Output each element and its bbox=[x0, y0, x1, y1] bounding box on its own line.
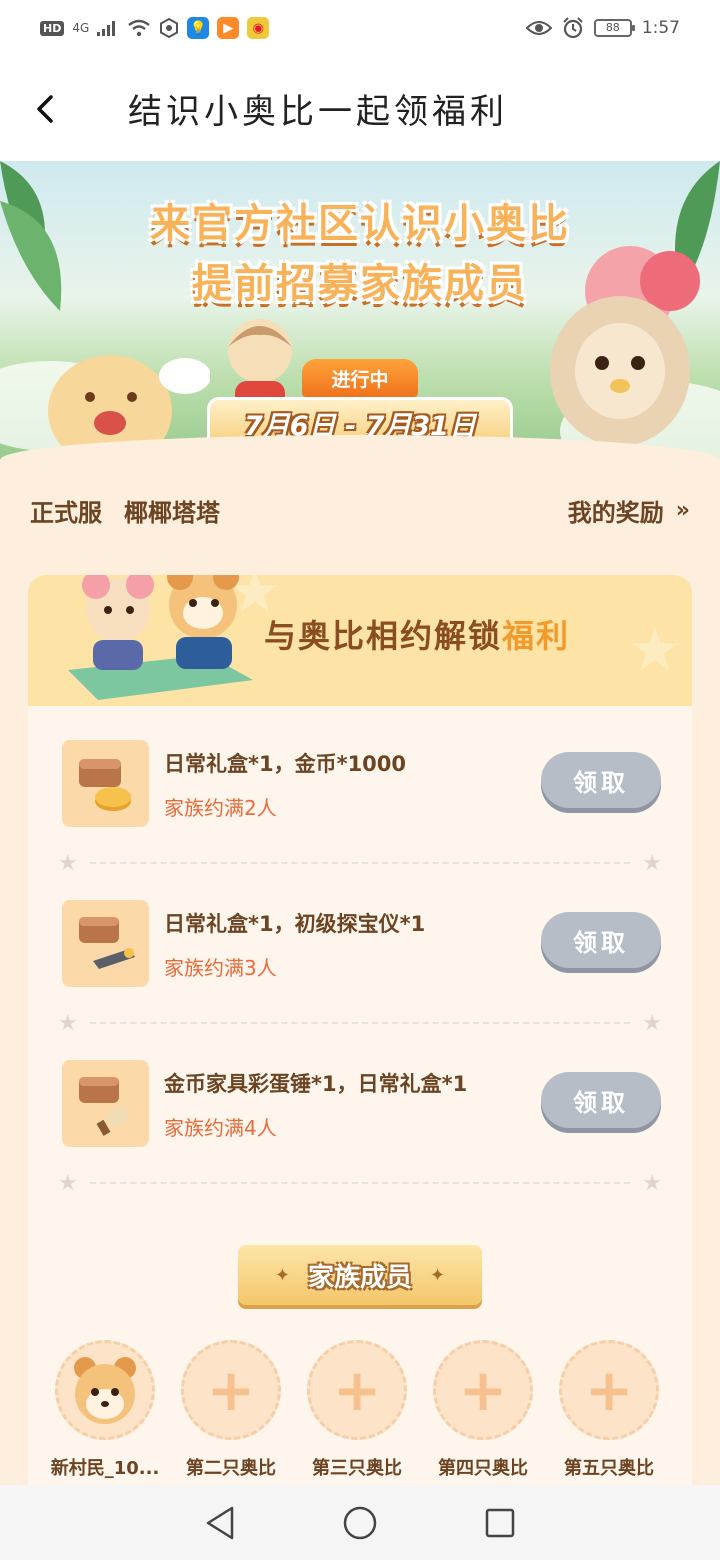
sparkle-icon: ✦ bbox=[274, 1264, 290, 1286]
rewards-card: ★ ★ 与奥比相约解锁福利 日常礼盒*1，金币*1000 家族约满2人 领取 ★… bbox=[28, 575, 692, 1485]
signal-icon bbox=[97, 21, 116, 36]
plus-icon: + bbox=[332, 1356, 382, 1424]
eye-icon bbox=[525, 21, 552, 35]
system-nav-bar bbox=[0, 1485, 720, 1560]
add-member-button[interactable]: + bbox=[181, 1340, 281, 1440]
member-name: 第二只奥比 bbox=[186, 1458, 276, 1479]
reward-condition: 家族约满3人 bbox=[164, 956, 277, 980]
square-recents-icon bbox=[485, 1508, 515, 1537]
star-icon: ★ bbox=[642, 850, 662, 876]
hexagon-app-icon bbox=[160, 18, 179, 38]
event-status-badge: 进行中 bbox=[302, 359, 418, 397]
nav-back-button[interactable] bbox=[200, 1503, 240, 1543]
card-title-text: 与奥比相约解锁 bbox=[264, 617, 503, 655]
star-icon: ★ bbox=[58, 1170, 78, 1196]
star-icon: ★ bbox=[58, 850, 78, 876]
star-icon: ★ bbox=[642, 1010, 662, 1036]
member-name: 新村民_10... bbox=[50, 1458, 160, 1479]
network-indicator: 4G bbox=[72, 21, 90, 35]
claim-button[interactable]: 领取 bbox=[541, 752, 661, 808]
status-bar: HD 4G 💡 ▶ ◉ 88 1:57 bbox=[0, 0, 720, 56]
reward-item: 日常礼盒*1，金币*1000 家族约满2人 领取 bbox=[28, 740, 692, 830]
my-rewards-label: 我的奖励 bbox=[567, 498, 664, 527]
divider: ★ ★ bbox=[58, 850, 662, 876]
add-member-button[interactable]: + bbox=[433, 1340, 533, 1440]
wifi-icon bbox=[128, 19, 151, 37]
banner-headline-2: 提前招募家族成员 bbox=[192, 261, 528, 307]
plus-icon: + bbox=[458, 1356, 508, 1424]
back-arrow-icon bbox=[37, 94, 53, 123]
member-slot[interactable]: 新村民_10... bbox=[42, 1340, 168, 1480]
sparkle-icon: ✦ bbox=[430, 1264, 446, 1286]
rewards-card-title: 与奥比相约解锁福利 bbox=[264, 611, 570, 657]
claim-button[interactable]: 领取 bbox=[541, 912, 661, 968]
member-slot[interactable]: + 第四只奥比 bbox=[420, 1340, 546, 1480]
add-member-button[interactable]: + bbox=[307, 1340, 407, 1440]
reward-thumbnail bbox=[62, 900, 149, 987]
member-name: 第三只奥比 bbox=[312, 1458, 402, 1479]
play-app-icon: ▶ bbox=[217, 17, 240, 39]
divider: ★ ★ bbox=[58, 1010, 662, 1036]
weibo-app-icon: ◉ bbox=[247, 17, 270, 39]
star-icon: ★ bbox=[642, 1170, 662, 1196]
plus-icon: + bbox=[584, 1356, 634, 1424]
plus-icon: + bbox=[206, 1356, 256, 1424]
treasure-chest-detector-icon bbox=[78, 916, 135, 969]
reward-thumbnail bbox=[62, 1060, 149, 1147]
member-slot[interactable]: + 第五只奥比 bbox=[546, 1340, 672, 1480]
server-type-label: 正式服 bbox=[30, 498, 102, 527]
triangle-back-icon bbox=[206, 1506, 234, 1539]
rewards-card-header: ★ ★ 与奥比相约解锁福利 bbox=[28, 575, 692, 706]
member-slot[interactable]: + 第二只奥比 bbox=[168, 1340, 294, 1480]
family-members-heading: ✦ 家族成员 ✦ bbox=[238, 1245, 482, 1305]
member-slot[interactable]: + 第三只奥比 bbox=[294, 1340, 420, 1480]
server-name: 椰椰塔塔 bbox=[124, 498, 220, 527]
member-name: 第四只奥比 bbox=[438, 1458, 528, 1479]
alarm-icon bbox=[563, 17, 583, 39]
circle-home-icon bbox=[343, 1506, 377, 1539]
hd-indicator: HD bbox=[40, 20, 65, 36]
reward-item: 金币家具彩蛋锤*1，日常礼盒*1 家族约满4人 领取 bbox=[28, 1060, 692, 1150]
battery-icon: 88 bbox=[593, 19, 635, 37]
nav-home-button[interactable] bbox=[340, 1503, 380, 1543]
bear-avatar-icon bbox=[74, 1357, 136, 1424]
bear-duo-illustration bbox=[68, 575, 253, 700]
reward-item: 日常礼盒*1，初级探宝仪*1 家族约满3人 领取 bbox=[28, 900, 692, 990]
reward-name: 日常礼盒*1，初级探宝仪*1 bbox=[164, 912, 426, 936]
bulb-app-icon: 💡 bbox=[187, 17, 210, 39]
add-member-button[interactable]: + bbox=[559, 1340, 659, 1440]
treasure-chest-coins-icon bbox=[78, 758, 131, 811]
divider: ★ ★ bbox=[58, 1170, 662, 1196]
double-chevron-right-icon: » bbox=[675, 497, 690, 523]
member-name: 第五只奥比 bbox=[564, 1458, 654, 1479]
nav-recents-button[interactable] bbox=[480, 1503, 520, 1543]
my-rewards-link[interactable]: 我的奖励 » bbox=[568, 493, 690, 528]
card-title-highlight: 福利 bbox=[502, 617, 571, 655]
reward-thumbnail bbox=[62, 740, 149, 827]
server-info-row: 正式服 椰椰塔塔 我的奖励 » bbox=[30, 490, 690, 530]
family-members-title: 家族成员 bbox=[307, 1262, 412, 1293]
reward-condition: 家族约满2人 bbox=[164, 796, 277, 820]
app-header: 结识小奥比一起领福利 bbox=[0, 56, 720, 161]
reward-condition: 家族约满4人 bbox=[164, 1116, 277, 1140]
reward-name: 日常礼盒*1，金币*1000 bbox=[164, 752, 407, 776]
claim-button[interactable]: 领取 bbox=[541, 1072, 661, 1128]
back-button[interactable] bbox=[0, 56, 90, 161]
banner-headline-1: 来官方社区认识小奥比 bbox=[150, 201, 570, 247]
page-title: 结识小奥比一起领福利 bbox=[128, 92, 508, 132]
clock-time: 1:57 bbox=[641, 18, 680, 38]
reward-name: 金币家具彩蛋锤*1，日常礼盒*1 bbox=[164, 1072, 468, 1096]
star-icon: ★ bbox=[58, 1010, 78, 1036]
star-decoration-icon: ★ bbox=[628, 615, 682, 685]
event-banner: 来官方社区认识小奥比 提前招募家族成员 进行中 7月6日 - 7月31日 bbox=[0, 161, 720, 465]
treasure-chest-hammer-icon bbox=[78, 1076, 130, 1136]
member-avatar bbox=[55, 1340, 155, 1440]
